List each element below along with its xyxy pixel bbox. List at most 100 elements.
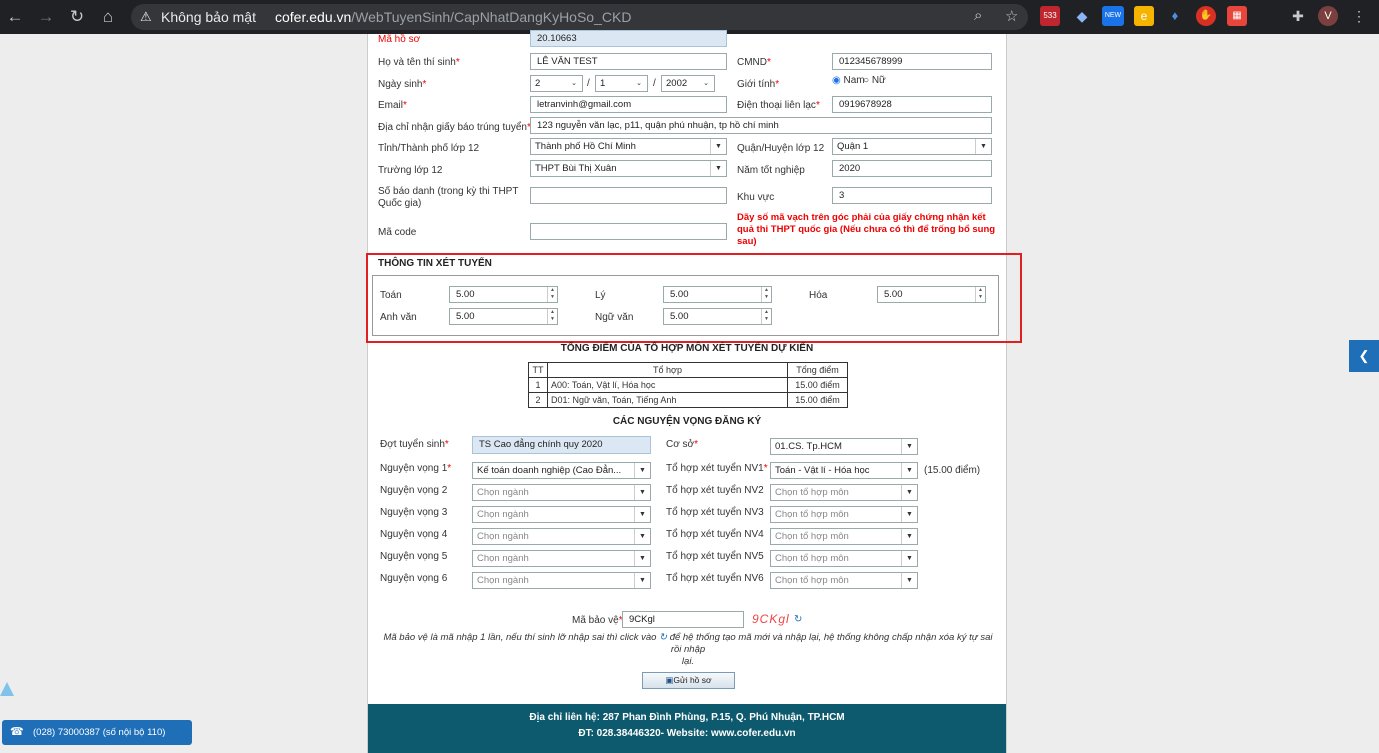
chevron-down-icon: ▼ <box>901 485 917 500</box>
footer: Địa chỉ liên hệ: 287 Phan Đình Phùng, P.… <box>368 704 1006 753</box>
bookmark-star-icon[interactable]: ☆ <box>1005 7 1018 25</box>
diamond-extension-icon[interactable]: ◆ <box>1072 6 1092 26</box>
forward-icon[interactable]: → <box>36 7 56 27</box>
refresh-captcha-icon[interactable]: ↻ <box>794 614 802 625</box>
thang-select[interactable]: 1 ⌄ <box>595 75 648 92</box>
gioi-tinh-nam-radio[interactable]: ◉ Nam <box>832 75 865 86</box>
reload-icon[interactable]: ↻ <box>67 7 87 27</box>
to-hop-select[interactable]: Chọn tổ hợp môn ▼ <box>770 550 918 567</box>
khu-vuc-label: Khu vực <box>737 192 775 203</box>
submit-button[interactable]: ▣Gửi hồ sơ <box>642 672 735 689</box>
e-extension-icon[interactable]: e <box>1134 6 1154 26</box>
nguyen-vong-label: Nguyện vọng 4 <box>380 529 448 540</box>
sbd-input[interactable] <box>530 187 727 204</box>
tinh-select[interactable]: Thành phố Hồ Chí Minh ▼ <box>530 138 727 155</box>
chevron-down-icon: ▼ <box>710 161 726 176</box>
new-extension-icon[interactable]: NEW <box>1102 6 1124 26</box>
dia-chi-input[interactable]: 123 nguyễn văn lạc, p11, quận phú nhuận,… <box>530 117 992 134</box>
footer-contact: ĐT: 028.38446320- Website: www.cofer.edu… <box>578 728 796 739</box>
tong-diem-title: TỔNG ĐIỂM CỦA TỔ HỢP MÔN XÉT TUYỂN DỰ KI… <box>560 343 814 354</box>
cmnd-input[interactable]: 012345678999 <box>832 53 992 70</box>
home-icon[interactable]: ⌂ <box>98 7 118 27</box>
table-header-row: TT Tổ hợp Tổng điểm <box>528 362 848 378</box>
to-hop-select[interactable]: Chọn tổ hợp môn ▼ <box>770 484 918 501</box>
hoa-label: Hóa <box>809 290 828 301</box>
back-icon[interactable]: ← <box>5 7 25 27</box>
anh-van-label: Anh văn <box>380 312 417 323</box>
quan-select[interactable]: Quận 1 ▼ <box>832 138 992 155</box>
to-hop-select[interactable]: Chọn tổ hợp môn ▼ <box>770 572 918 589</box>
to-hop-select[interactable]: Chọn tổ hợp môn ▼ <box>770 528 918 545</box>
ma-ho-so-field: 20.10663 <box>530 30 727 47</box>
co-so-select[interactable]: 01.CS. Tp.HCM ▼ <box>770 438 918 455</box>
email-input[interactable]: letranvinh@gmail.com <box>530 96 727 113</box>
nam-tn-label: Năm tốt nghiệp <box>737 165 805 176</box>
chevron-down-icon: ▼ <box>975 139 991 154</box>
email-label: Email* <box>378 100 407 111</box>
hotline-bar[interactable]: ☎ (028) 73000387 (số nội bộ 110) <box>2 720 192 745</box>
nguyen-vong-label: Nguyện vọng 6 <box>380 573 448 584</box>
stop-extension-icon[interactable]: ✋ <box>1196 6 1216 26</box>
header-cell: TT <box>528 362 548 378</box>
nguyen-vong-select[interactable]: Chọn ngành ▼ <box>472 484 651 501</box>
nguyen-vong-select[interactable]: Chọn ngành ▼ <box>472 506 651 523</box>
spinner-icon: ▲ ▼ <box>975 287 985 302</box>
zoom-icon[interactable]: ⌕ <box>974 7 982 24</box>
refresh-icon: ↻ <box>659 632 668 643</box>
xet-tuyen-title: THÔNG TIN XÉT TUYỂN <box>378 258 492 269</box>
date-separator: / <box>587 78 590 89</box>
menu-kebab-icon[interactable]: ⋮ <box>1349 6 1369 26</box>
hotline-text: (028) 73000387 (số nội bộ 110) <box>33 727 166 738</box>
radio-unchecked-icon: ○ <box>863 75 870 86</box>
nam-tn-input[interactable]: 2020 <box>832 160 992 177</box>
to-hop-select[interactable]: Toán - Vật lí - Hóa học ▼ <box>770 462 918 479</box>
ly-input[interactable]: 5.00 ▲ ▼ <box>663 286 772 303</box>
nguyen-vong-select[interactable]: Chọn ngành ▼ <box>472 572 651 589</box>
chevron-down-icon: ⌄ <box>698 76 714 91</box>
table-cell: 15.00 điểm <box>787 377 848 393</box>
anh-van-input[interactable]: 5.00 ▲ ▼ <box>449 308 558 325</box>
barcode-note: Dãy số mã vạch trên góc phải của giấy ch… <box>737 212 996 247</box>
header-cell: Tổ hợp <box>547 362 788 378</box>
to-hop-select[interactable]: Chọn tổ hợp môn ▼ <box>770 506 918 523</box>
khu-vuc-input[interactable]: 3 <box>832 187 992 204</box>
dien-thoai-input[interactable]: 0919678928 <box>832 96 992 113</box>
footer-address: Địa chỉ liên hệ: 287 Phan Đình Phùng, P.… <box>529 712 845 723</box>
security-label: Không bảo mật <box>161 9 256 25</box>
address-bar[interactable]: ⚠ Không bảo mật cofer.edu.vn/WebTuyenSin… <box>131 4 1028 30</box>
ethereum-extension-icon[interactable]: ♦ <box>1165 6 1185 26</box>
nguyen-vong-select[interactable]: Chọn ngành ▼ <box>472 550 651 567</box>
chevron-down-icon: ▼ <box>634 463 650 478</box>
mail-extension-icon[interactable]: 533 <box>1040 6 1060 26</box>
ngay-sinh-label: Ngày sinh* <box>378 79 427 90</box>
window-extension-icon[interactable]: ▦ <box>1227 6 1247 26</box>
tinh-label: Tỉnh/Thành phố lớp 12 <box>378 143 480 154</box>
gioi-tinh-label: Giới tính* <box>737 79 780 90</box>
captcha-input[interactable]: 9CKgl <box>622 611 744 628</box>
nguyen-vong-title: CÁC NGUYỆN VỌNG ĐĂNG KÝ <box>612 416 762 427</box>
spinner-icon: ▲ ▼ <box>547 309 557 324</box>
ngu-van-input[interactable]: 5.00 ▲ ▼ <box>663 308 772 325</box>
truong-select[interactable]: THPT Bùi Thị Xuân ▼ <box>530 160 727 177</box>
gioi-tinh-nu-radio[interactable]: ○ Nữ <box>863 75 886 86</box>
ngay-select[interactable]: 2 ⌄ <box>530 75 583 92</box>
url-text[interactable]: cofer.edu.vn/WebTuyenSinh/CapNhatDangKyH… <box>275 9 631 25</box>
toan-input[interactable]: 5.00 ▲ ▼ <box>449 286 558 303</box>
ho-ten-input[interactable]: LÊ VĂN TEST <box>530 53 727 70</box>
nv1-score: (15.00 điểm) <box>924 465 981 476</box>
nam-select[interactable]: 2002 ⌄ <box>661 75 715 92</box>
captcha-hint: Mã bảo vệ là mã nhập 1 lần, nếu thí sinh… <box>383 632 993 667</box>
side-panel-toggle[interactable]: ❮ <box>1349 340 1379 372</box>
profile-avatar[interactable]: V <box>1318 6 1338 26</box>
nguyen-vong-select[interactable]: Kế toán doanh nghiệp (Cao Đẳn... ▼ <box>472 462 651 479</box>
nguyen-vong-select[interactable]: Chọn ngành ▼ <box>472 528 651 545</box>
chevron-down-icon: ⌄ <box>566 76 582 91</box>
extensions-puzzle-icon[interactable]: ✚ <box>1288 6 1308 26</box>
tong-diem-table: TT Tổ hợp Tổng điểm 1 A00: Toán, Vật lí,… <box>528 362 848 408</box>
chevron-down-icon: ▼ <box>634 529 650 544</box>
date-separator: / <box>653 78 656 89</box>
chevron-down-icon: ▼ <box>901 439 917 454</box>
hoa-input[interactable]: 5.00 ▲ ▼ <box>877 286 986 303</box>
ma-code-input[interactable] <box>530 223 727 240</box>
to-hop-label: Tổ hợp xét tuyển NV2 <box>666 485 764 496</box>
